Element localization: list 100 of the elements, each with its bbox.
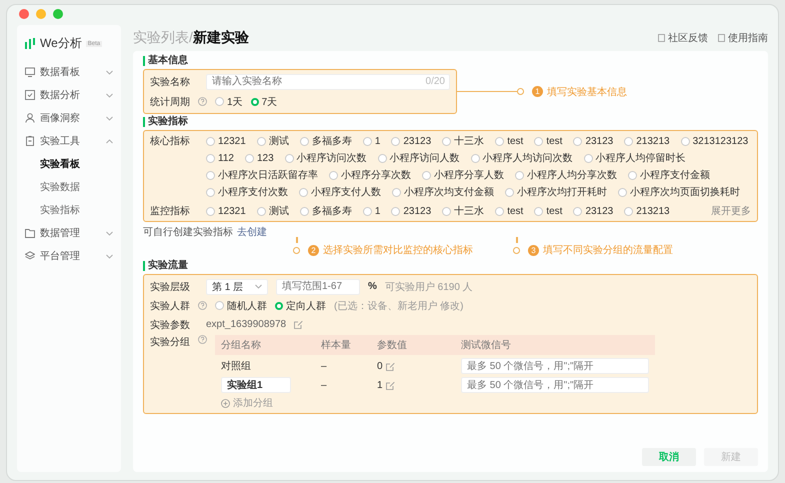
- sidebar-subitem[interactable]: 实验数据: [25, 180, 113, 194]
- wechat-id-input-field[interactable]: 最多 50 个微信号，用";"隔开: [461, 358, 649, 374]
- wechat-id-input-field[interactable]: 最多 50 个微信号，用";"隔开: [461, 377, 649, 393]
- column-header: 测试微信号: [461, 338, 512, 352]
- metric-option[interactable]: 小程序支付金额: [628, 168, 710, 182]
- metric-option[interactable]: 小程序支付人数: [299, 185, 381, 199]
- chevron-up-icon: [106, 138, 113, 144]
- field-label: 统计周期: [150, 96, 191, 108]
- sample-size: –: [321, 380, 328, 390]
- radio-option[interactable]: 定向人群: [275, 298, 326, 312]
- minimize-window-icon[interactable]: [36, 9, 46, 19]
- chevron-down-icon: [106, 116, 113, 120]
- folder-icon: [25, 228, 35, 238]
- sidebar-item[interactable]: 数据看板: [25, 65, 113, 79]
- metric-option[interactable]: 小程序人均停留时长: [584, 151, 686, 165]
- hint-text: 可自行创建实验指标: [143, 226, 233, 239]
- person-icon: [25, 113, 35, 123]
- monitor-icon: [25, 67, 35, 77]
- metric-option[interactable]: 十三水: [442, 204, 484, 218]
- edit-icon[interactable]: [386, 380, 395, 390]
- chevron-down-icon: [106, 70, 113, 74]
- edit-icon[interactable]: [386, 362, 395, 370]
- chevron-down-icon: [106, 254, 113, 258]
- metric-option[interactable]: 213213: [624, 134, 670, 148]
- radio-option[interactable]: 7天: [250, 94, 278, 108]
- ring-marker-icon: [517, 88, 524, 95]
- metric-option[interactable]: 小程序访问次数: [284, 151, 367, 165]
- document-icon: [658, 34, 665, 42]
- column-header: 样本量: [321, 338, 352, 352]
- chevron-down-icon: [106, 230, 113, 236]
- sidebar-subitem[interactable]: 实验看板: [25, 157, 113, 171]
- app-logo-text: We分析: [40, 35, 82, 52]
- layer-select[interactable]: 第 1 层: [206, 278, 268, 294]
- close-window-icon[interactable]: [19, 9, 29, 19]
- metric-option[interactable]: test: [534, 204, 562, 218]
- metric-option[interactable]: 小程序次日活跃留存率: [206, 168, 318, 182]
- clipboard-icon: [25, 136, 35, 146]
- header-link[interactable]: 使用指南: [728, 31, 768, 45]
- metric-option[interactable]: 小程序人均分享次数: [515, 168, 617, 182]
- caret-icon: [255, 284, 262, 289]
- sidebar-subitem[interactable]: 实验指标: [25, 203, 113, 217]
- metric-option[interactable]: 多福多寿: [300, 204, 352, 218]
- metric-option[interactable]: 12321: [206, 204, 246, 218]
- step-number: 2: [308, 244, 319, 256]
- metric-option[interactable]: 12321: [206, 134, 246, 148]
- metric-option[interactable]: 1: [362, 134, 380, 148]
- zoom-window-icon[interactable]: [53, 9, 63, 19]
- metric-option[interactable]: 十三水: [442, 134, 484, 148]
- sidebar-item[interactable]: 数据管理: [25, 226, 113, 240]
- range-input-field[interactable]: 填写范围1-67: [276, 278, 360, 294]
- create-link[interactable]: 去创建: [237, 225, 267, 239]
- metric-option[interactable]: 23123: [573, 204, 614, 218]
- parameter-value: 1: [377, 380, 383, 390]
- ring-marker-icon: [513, 246, 520, 254]
- metric-option[interactable]: test: [495, 204, 524, 218]
- metric-option[interactable]: 小程序分享次数: [329, 168, 411, 182]
- ring-marker-icon: [293, 246, 300, 254]
- metric-option[interactable]: 测试: [256, 134, 289, 148]
- metric-option[interactable]: 小程序访问人数: [378, 151, 460, 165]
- metric-option[interactable]: 多福多寿: [300, 134, 352, 148]
- metric-option[interactable]: 小程序人均访问次数: [470, 151, 573, 165]
- metric-option[interactable]: 3213123123: [680, 134, 748, 148]
- group-name-input[interactable]: 实验组1: [221, 377, 291, 393]
- metric-option[interactable]: 123: [244, 151, 274, 165]
- metric-option[interactable]: 23123: [391, 204, 432, 218]
- step-number: 3: [528, 244, 539, 256]
- callout-text: 填写实验基本信息: [547, 86, 627, 98]
- metric-option[interactable]: test: [534, 134, 562, 148]
- sidebar-item[interactable]: 实验工具: [25, 134, 113, 148]
- edit-icon[interactable]: [294, 320, 304, 329]
- metric-option[interactable]: 112: [206, 151, 234, 165]
- radio-option[interactable]: 随机人群: [215, 298, 267, 312]
- section-heading: 实验流量: [143, 261, 758, 271]
- parameter-value: expt_1639908978: [206, 319, 286, 330]
- parameter-value: 0: [377, 360, 383, 372]
- help-icon: [198, 335, 207, 344]
- sidebar-item[interactable]: 数据分析: [25, 88, 113, 102]
- metric-option[interactable]: 23123: [573, 134, 614, 148]
- metric-option[interactable]: 小程序次均页面切换耗时: [618, 185, 740, 199]
- metric-option[interactable]: 23123: [391, 134, 432, 148]
- metric-option[interactable]: 213213: [624, 204, 670, 218]
- chevron-down-icon: [106, 92, 113, 98]
- metric-option[interactable]: 小程序支付次数: [206, 185, 288, 199]
- selected-filters-text: (已选：设备、新老用户 修改): [334, 300, 464, 312]
- field-label: 实验人群: [150, 300, 191, 312]
- metric-option[interactable]: 测试: [256, 204, 289, 218]
- column-header: 分组名称: [221, 339, 262, 352]
- metric-option[interactable]: 小程序分享人数: [422, 168, 504, 182]
- header-link[interactable]: 社区反馈: [668, 31, 708, 45]
- metric-option[interactable]: 1: [362, 204, 380, 218]
- sidebar-item[interactable]: 画像洞察: [25, 111, 113, 125]
- metric-option[interactable]: test: [495, 134, 524, 148]
- field-label: 核心指标: [150, 134, 191, 148]
- metric-option[interactable]: 小程序次均支付金额: [392, 185, 494, 199]
- metric-option[interactable]: 小程序次均打开耗时: [505, 185, 607, 199]
- section-heading: 实验指标: [143, 117, 758, 127]
- document-icon: [718, 34, 725, 42]
- radio-option[interactable]: 1天: [215, 94, 243, 108]
- step-number: 1: [532, 86, 543, 97]
- sidebar-item[interactable]: 平台管理: [25, 249, 113, 263]
